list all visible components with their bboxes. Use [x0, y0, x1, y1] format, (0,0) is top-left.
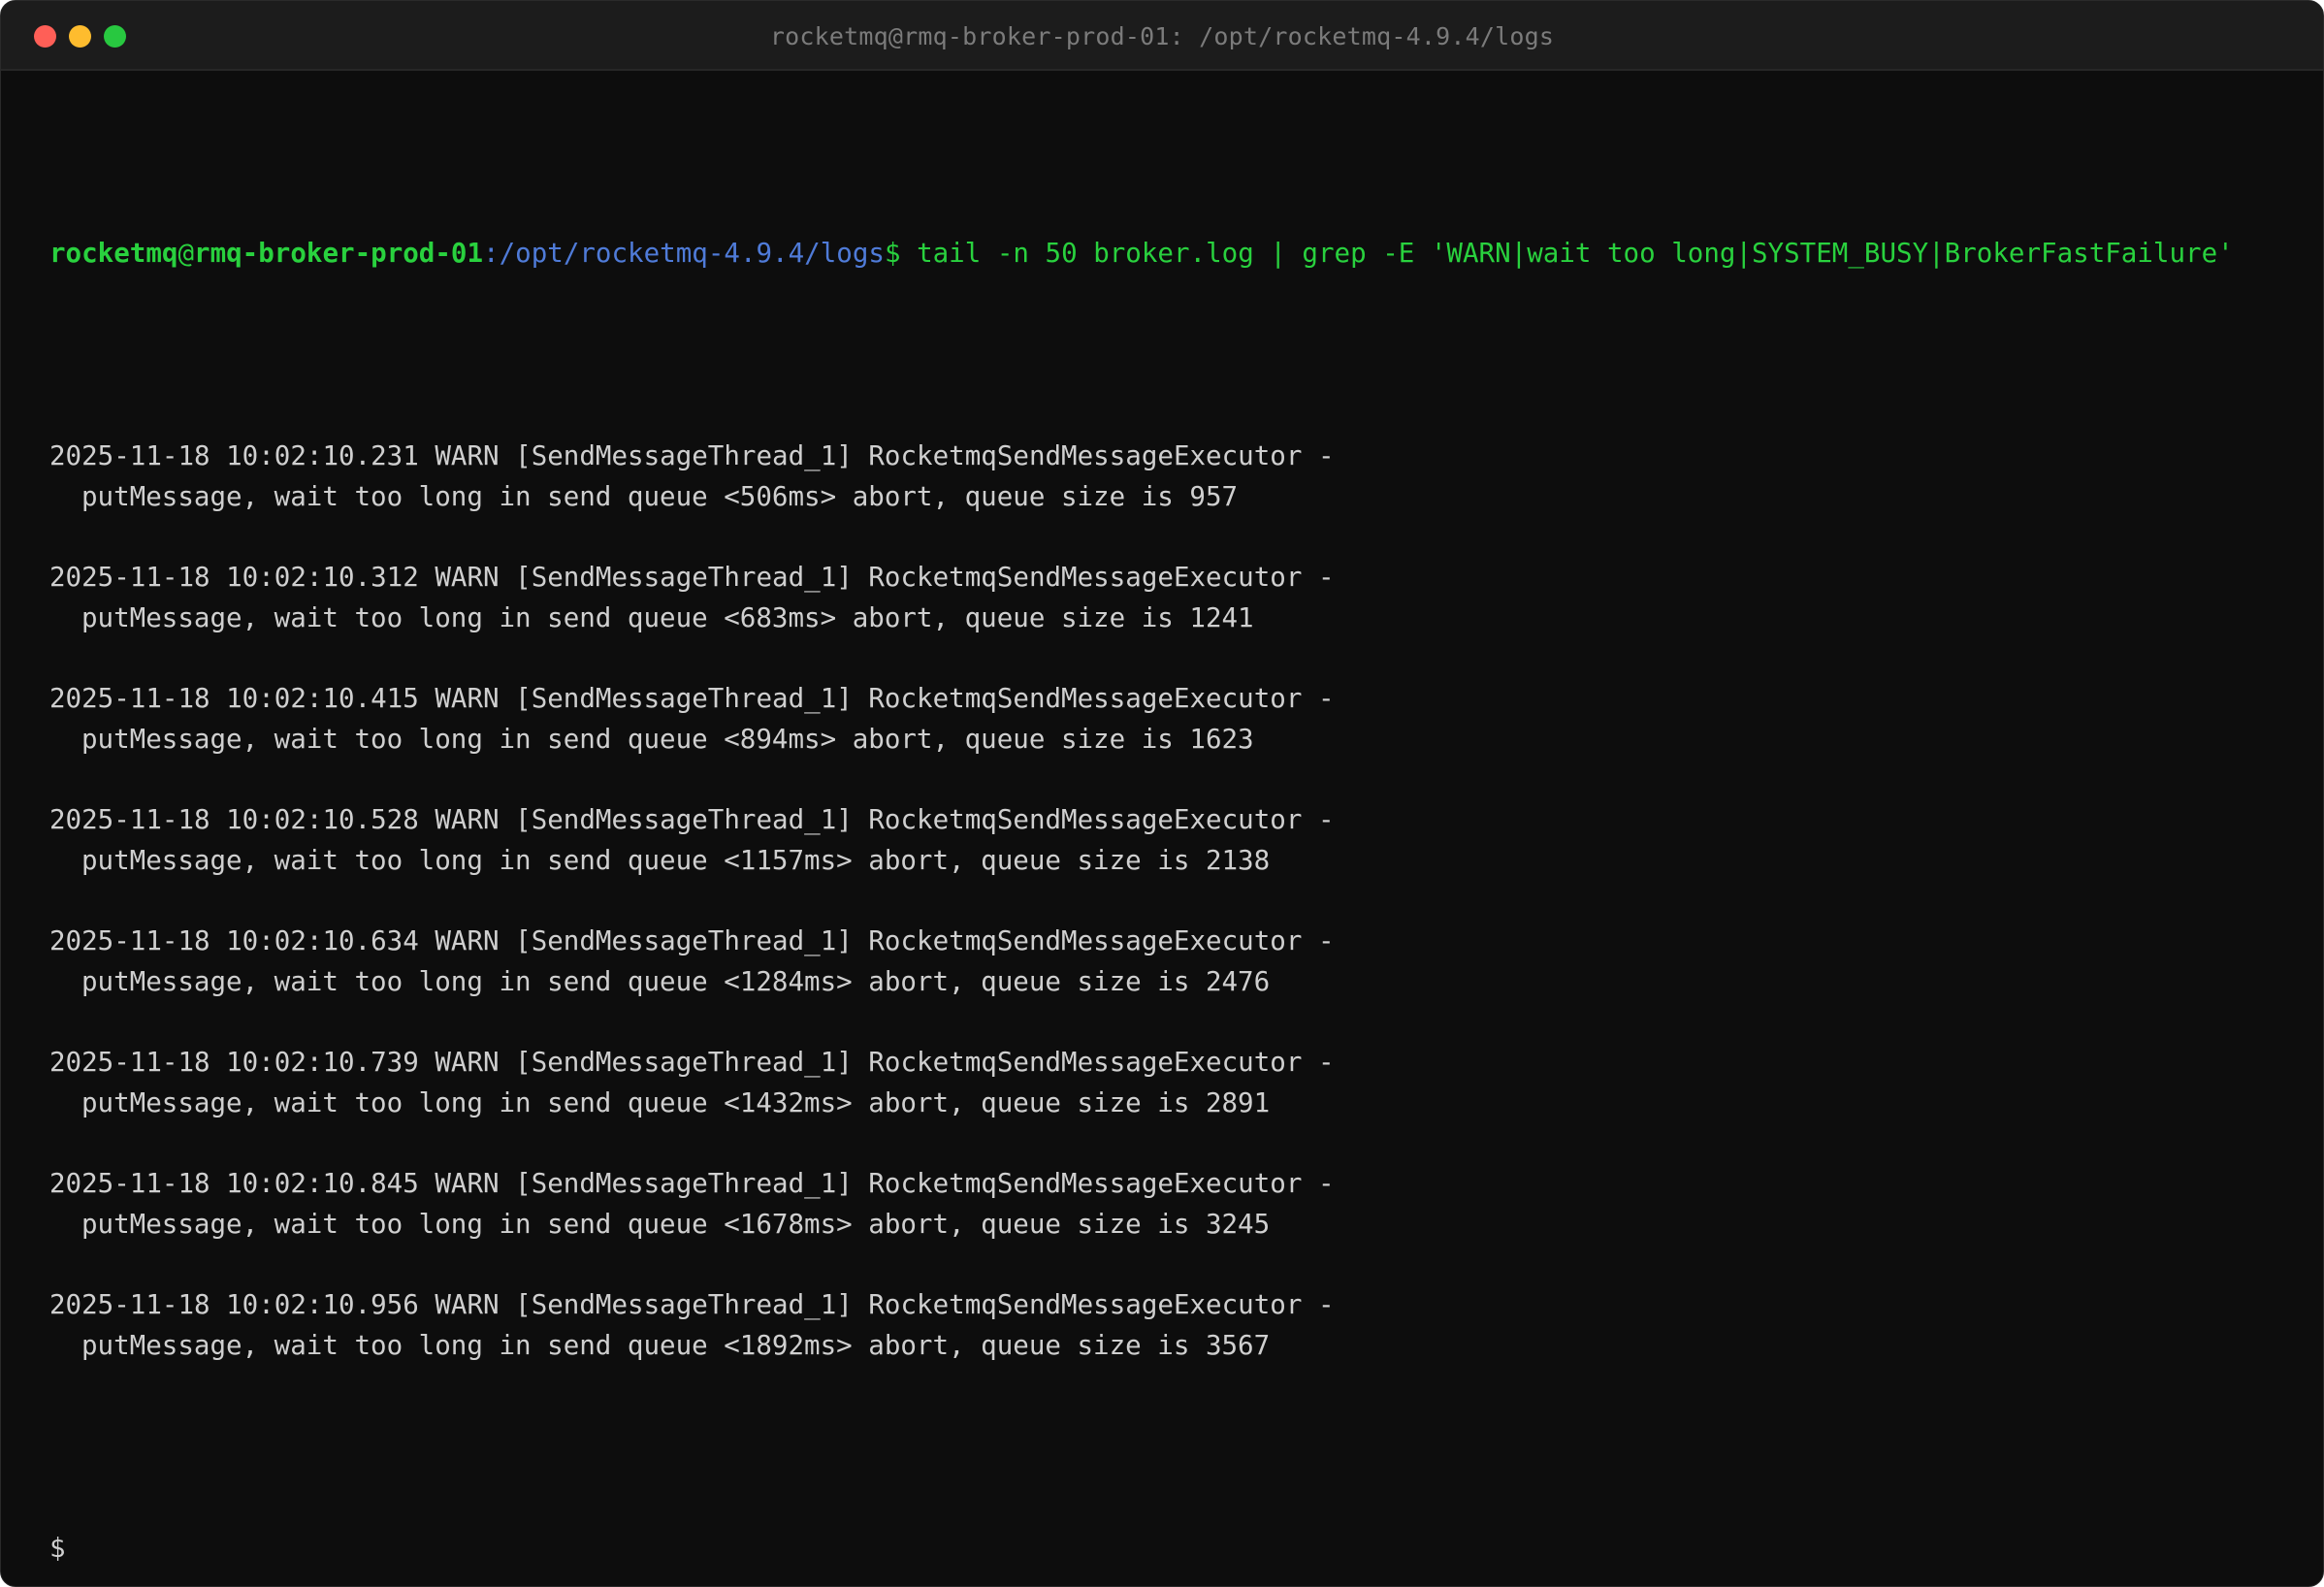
- terminal-output[interactable]: rocketmq@rmq-broker-prod-01:/opt/rocketm…: [49, 151, 2284, 1564]
- log-entry: 2025-11-18 10:02:10.415 WARN [SendMessag…: [49, 678, 2284, 760]
- log-entry-message: putMessage, wait too long in send queue …: [81, 845, 1271, 876]
- log-entry: 2025-11-18 10:02:10.528 WARN [SendMessag…: [49, 799, 2284, 881]
- log-entry-message: putMessage, wait too long in send queue …: [81, 1087, 1271, 1118]
- prompt-dollar: $: [884, 238, 901, 269]
- log-entry: 2025-11-18 10:02:10.739 WARN [SendMessag…: [49, 1042, 2284, 1123]
- prompt-user: rocketmq: [49, 238, 178, 269]
- log-entry-message: putMessage, wait too long in send queue …: [81, 1209, 1271, 1240]
- log-entry: 2025-11-18 10:02:10.956 WARN [SendMessag…: [49, 1284, 2284, 1366]
- log-entry-message: putMessage, wait too long in send queue …: [81, 481, 1239, 512]
- log-entry-header: 2025-11-18 10:02:10.845 WARN [SendMessag…: [49, 1168, 1335, 1199]
- prompt-at: @: [178, 238, 195, 269]
- prompt-colon: :: [483, 238, 500, 269]
- terminal-window: rocketmq@rmq-broker-prod-01: /opt/rocket…: [0, 0, 2324, 1587]
- log-entry-header: 2025-11-18 10:02:10.956 WARN [SendMessag…: [49, 1289, 1335, 1320]
- log-entry: 2025-11-18 10:02:10.231 WARN [SendMessag…: [49, 436, 2284, 517]
- log-entry-header: 2025-11-18 10:02:10.528 WARN [SendMessag…: [49, 804, 1335, 835]
- current-prompt[interactable]: $: [49, 1528, 2284, 1569]
- log-entry-message: putMessage, wait too long in send queue …: [81, 602, 1254, 633]
- command-text: tail -n 50 broker.log | grep -E 'WARN|wa…: [900, 238, 2234, 269]
- prompt-host: rmq-broker-prod-01: [194, 238, 484, 269]
- log-entry-message: putMessage, wait too long in send queue …: [81, 966, 1271, 997]
- log-entry-message: putMessage, wait too long in send queue …: [81, 724, 1254, 755]
- log-entry: 2025-11-18 10:02:10.312 WARN [SendMessag…: [49, 557, 2284, 638]
- command-line: rocketmq@rmq-broker-prod-01:/opt/rocketm…: [49, 233, 2284, 274]
- log-entry-header: 2025-11-18 10:02:10.231 WARN [SendMessag…: [49, 440, 1335, 471]
- prompt-path: /opt/rocketmq-4.9.4/logs: [499, 238, 885, 269]
- log-entry: 2025-11-18 10:02:10.634 WARN [SendMessag…: [49, 921, 2284, 1002]
- title-bar[interactable]: rocketmq@rmq-broker-prod-01: /opt/rocket…: [1, 1, 2323, 71]
- log-entry-message: putMessage, wait too long in send queue …: [81, 1330, 1271, 1361]
- log-output: 2025-11-18 10:02:10.231 WARN [SendMessag…: [49, 436, 2284, 1366]
- log-entry-header: 2025-11-18 10:02:10.312 WARN [SendMessag…: [49, 562, 1335, 593]
- log-entry-header: 2025-11-18 10:02:10.739 WARN [SendMessag…: [49, 1047, 1335, 1078]
- log-entry-header: 2025-11-18 10:02:10.634 WARN [SendMessag…: [49, 925, 1335, 956]
- window-title: rocketmq@rmq-broker-prod-01: /opt/rocket…: [769, 22, 1555, 50]
- log-entry: 2025-11-18 10:02:10.845 WARN [SendMessag…: [49, 1163, 2284, 1245]
- log-entry-header: 2025-11-18 10:02:10.415 WARN [SendMessag…: [49, 683, 1335, 714]
